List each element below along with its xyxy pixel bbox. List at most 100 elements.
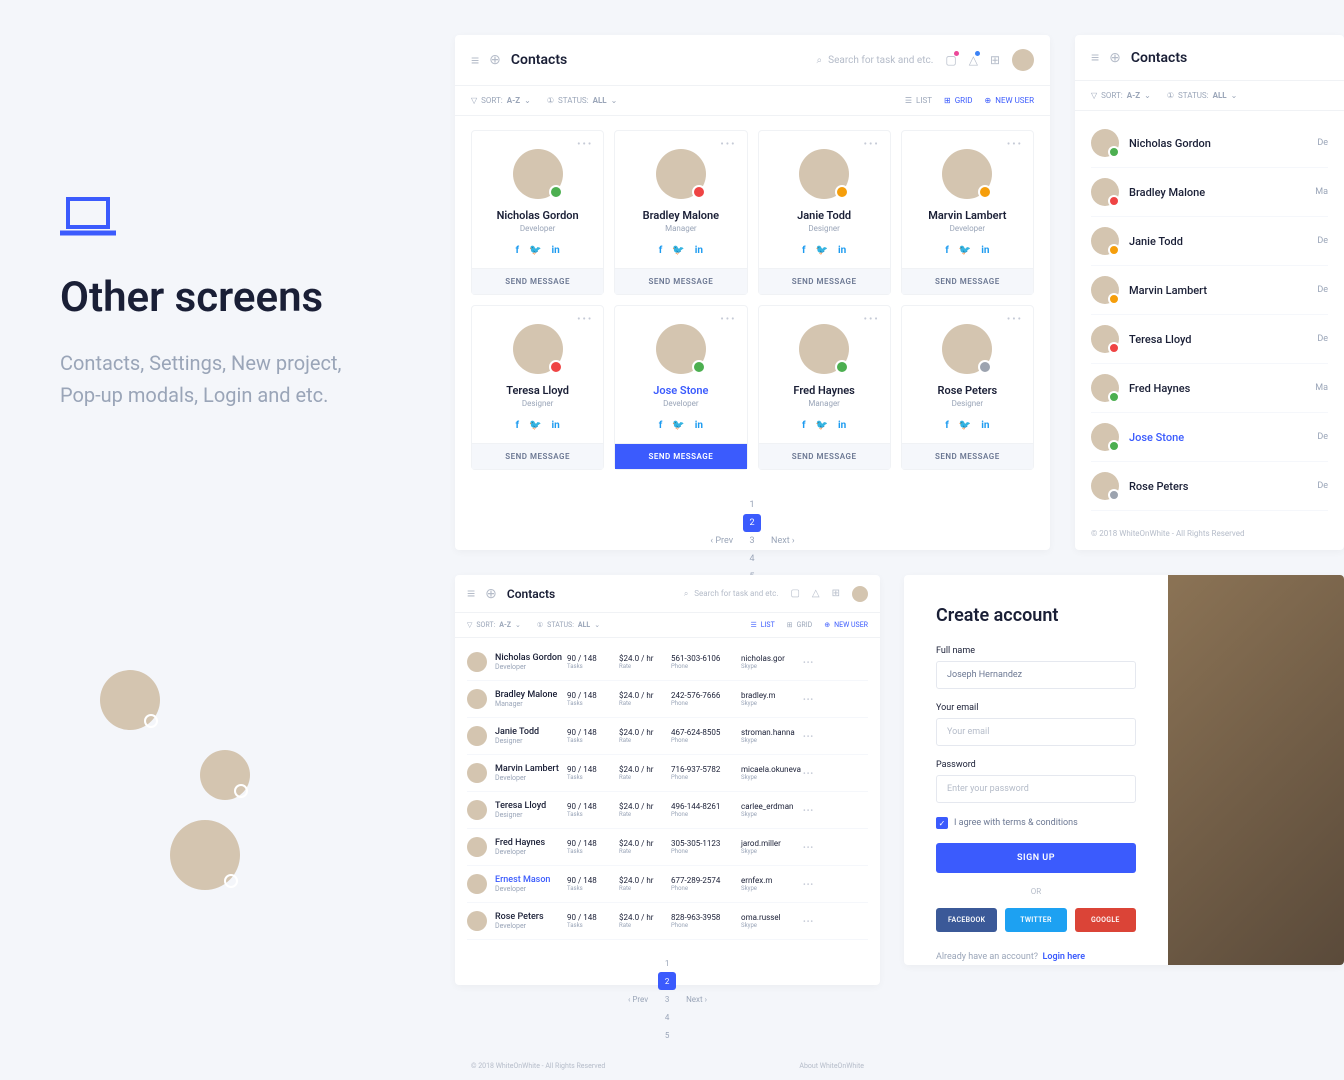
next-button[interactable]: Next › xyxy=(771,536,795,546)
facebook-icon[interactable]: f xyxy=(659,420,663,431)
search-input[interactable]: ⌕ Search for task and etc. xyxy=(684,589,779,599)
linkedin-icon[interactable]: in xyxy=(981,245,989,256)
grid-view-button[interactable]: ⊞ GRID xyxy=(944,96,973,105)
twitter-icon[interactable]: 🐦 xyxy=(529,245,541,256)
grid-view-button[interactable]: ⊞ GRID xyxy=(787,621,812,629)
menu-icon[interactable]: ≡ xyxy=(471,52,479,69)
twitter-icon[interactable]: 🐦 xyxy=(816,420,828,431)
add-icon[interactable]: ⊕ xyxy=(485,586,497,602)
page-number[interactable]: 2 xyxy=(743,514,761,532)
more-icon[interactable]: ••• xyxy=(864,314,880,325)
search-input[interactable]: ⌕ Search for task and etc. xyxy=(817,55,934,66)
list-view-button[interactable]: ☰ LIST xyxy=(750,621,774,629)
linkedin-icon[interactable]: in xyxy=(552,245,560,256)
page-number[interactable]: 2 xyxy=(658,972,676,990)
contact-row[interactable]: Fred HaynesMa xyxy=(1091,364,1328,413)
more-icon[interactable]: ••• xyxy=(1007,139,1023,150)
signup-button[interactable]: SIGN UP xyxy=(936,843,1136,873)
sort-filter[interactable]: ▽ SORT: A-Z ⌄ xyxy=(471,96,531,105)
sort-filter[interactable]: ▽ SORT: A-Z ⌄ xyxy=(1091,91,1151,100)
more-icon[interactable]: ••• xyxy=(803,658,814,667)
more-icon[interactable]: ••• xyxy=(803,806,814,815)
new-user-button[interactable]: ⊕ NEW USER xyxy=(985,96,1034,105)
table-row[interactable]: Teresa LloydDesigner 90 / 148Tasks $24.0… xyxy=(467,792,868,829)
contact-row[interactable]: Nicholas GordonDe xyxy=(1091,119,1328,168)
facebook-button[interactable]: FACEBOOK xyxy=(936,908,997,932)
table-row[interactable]: Ernest MasonDeveloper 90 / 148Tasks $24.… xyxy=(467,866,868,903)
table-row[interactable]: Janie ToddDesigner 90 / 148Tasks $24.0 /… xyxy=(467,718,868,755)
twitter-icon[interactable]: 🐦 xyxy=(816,245,828,256)
contact-card[interactable]: ••• Jose Stone Developer f🐦in SEND MESSA… xyxy=(614,305,747,470)
more-icon[interactable]: ••• xyxy=(720,314,736,325)
avatar[interactable] xyxy=(1012,49,1034,71)
page-number[interactable]: 1 xyxy=(658,954,676,972)
next-button[interactable]: Next › xyxy=(686,995,707,1004)
status-filter[interactable]: ① STATUS: ALL ⌄ xyxy=(537,621,600,629)
contact-card[interactable]: ••• Bradley Malone Manager f🐦in SEND MES… xyxy=(614,130,747,295)
twitter-icon[interactable]: 🐦 xyxy=(959,245,971,256)
send-message-button[interactable]: SEND MESSAGE xyxy=(472,443,603,469)
contact-row[interactable]: Janie ToddDe xyxy=(1091,217,1328,266)
prev-button[interactable]: ‹ Prev xyxy=(710,536,733,546)
terms-checkbox[interactable]: ✓I agree with terms & conditions xyxy=(936,817,1136,829)
linkedin-icon[interactable]: in xyxy=(695,245,703,256)
table-row[interactable]: Nicholas GordonDeveloper 90 / 148Tasks $… xyxy=(467,644,868,681)
add-icon[interactable]: ⊕ xyxy=(1109,50,1121,66)
prev-button[interactable]: ‹ Prev xyxy=(628,995,648,1004)
add-icon[interactable]: ⊕ xyxy=(489,52,501,68)
password-input[interactable]: Enter your password xyxy=(936,775,1136,803)
table-row[interactable]: Fred HaynesDeveloper 90 / 148Tasks $24.0… xyxy=(467,829,868,866)
more-icon[interactable]: ••• xyxy=(803,917,814,926)
table-row[interactable]: Marvin LambertDeveloper 90 / 148Tasks $2… xyxy=(467,755,868,792)
more-icon[interactable]: ••• xyxy=(864,139,880,150)
send-message-button[interactable]: SEND MESSAGE xyxy=(759,268,890,294)
menu-icon[interactable]: ≡ xyxy=(467,585,475,602)
page-number[interactable]: 4 xyxy=(743,550,761,568)
grid-icon[interactable]: ⊞ xyxy=(832,588,840,599)
facebook-icon[interactable]: f xyxy=(945,245,949,256)
twitter-icon[interactable]: 🐦 xyxy=(672,420,684,431)
twitter-icon[interactable]: 🐦 xyxy=(529,420,541,431)
sort-filter[interactable]: ▽ SORT: A-Z ⌄ xyxy=(467,621,521,629)
page-number[interactable]: 3 xyxy=(743,532,761,550)
contact-card[interactable]: ••• Teresa Lloyd Designer f🐦in SEND MESS… xyxy=(471,305,604,470)
page-number[interactable]: 5 xyxy=(658,1026,676,1044)
avatar[interactable] xyxy=(852,586,868,602)
page-number[interactable]: 3 xyxy=(658,990,676,1008)
chat-icon[interactable]: ▢ xyxy=(945,53,956,67)
more-icon[interactable]: ••• xyxy=(803,769,814,778)
google-button[interactable]: GOOGLE xyxy=(1075,908,1136,932)
page-number[interactable]: 1 xyxy=(743,496,761,514)
contact-card[interactable]: ••• Fred Haynes Manager f🐦in SEND MESSAG… xyxy=(758,305,891,470)
contact-row[interactable]: Rose PetersDe xyxy=(1091,462,1328,511)
twitter-button[interactable]: TWITTER xyxy=(1005,908,1066,932)
more-icon[interactable]: ••• xyxy=(803,843,814,852)
more-icon[interactable]: ••• xyxy=(1007,314,1023,325)
login-here-link[interactable]: Login here xyxy=(1043,952,1086,962)
contact-row[interactable]: Teresa LloydDe xyxy=(1091,315,1328,364)
send-message-button[interactable]: SEND MESSAGE xyxy=(759,443,890,469)
twitter-icon[interactable]: 🐦 xyxy=(959,420,971,431)
linkedin-icon[interactable]: in xyxy=(981,420,989,431)
table-row[interactable]: Bradley MaloneManager 90 / 148Tasks $24.… xyxy=(467,681,868,718)
new-user-button[interactable]: ⊕ NEW USER xyxy=(824,621,868,629)
contact-card[interactable]: ••• Nicholas Gordon Developer f🐦in SEND … xyxy=(471,130,604,295)
notification-icon[interactable]: △ xyxy=(969,53,978,67)
more-icon[interactable]: ••• xyxy=(577,139,593,150)
linkedin-icon[interactable]: in xyxy=(552,420,560,431)
more-icon[interactable]: ••• xyxy=(803,732,814,741)
linkedin-icon[interactable]: in xyxy=(838,245,846,256)
facebook-icon[interactable]: f xyxy=(659,245,663,256)
facebook-icon[interactable]: f xyxy=(802,245,806,256)
linkedin-icon[interactable]: in xyxy=(838,420,846,431)
more-icon[interactable]: ••• xyxy=(803,880,814,889)
send-message-button[interactable]: SEND MESSAGE xyxy=(472,268,603,294)
footer-right[interactable]: About WhiteOnWhite xyxy=(799,1062,864,1070)
send-message-button[interactable]: SEND MESSAGE xyxy=(615,443,746,469)
more-icon[interactable]: ••• xyxy=(720,139,736,150)
contact-row[interactable]: Marvin LambertDe xyxy=(1091,266,1328,315)
send-message-button[interactable]: SEND MESSAGE xyxy=(902,268,1033,294)
contact-card[interactable]: ••• Rose Peters Designer f🐦in SEND MESSA… xyxy=(901,305,1034,470)
table-row[interactable]: Rose PetersDeveloper 90 / 148Tasks $24.0… xyxy=(467,903,868,940)
twitter-icon[interactable]: 🐦 xyxy=(672,245,684,256)
